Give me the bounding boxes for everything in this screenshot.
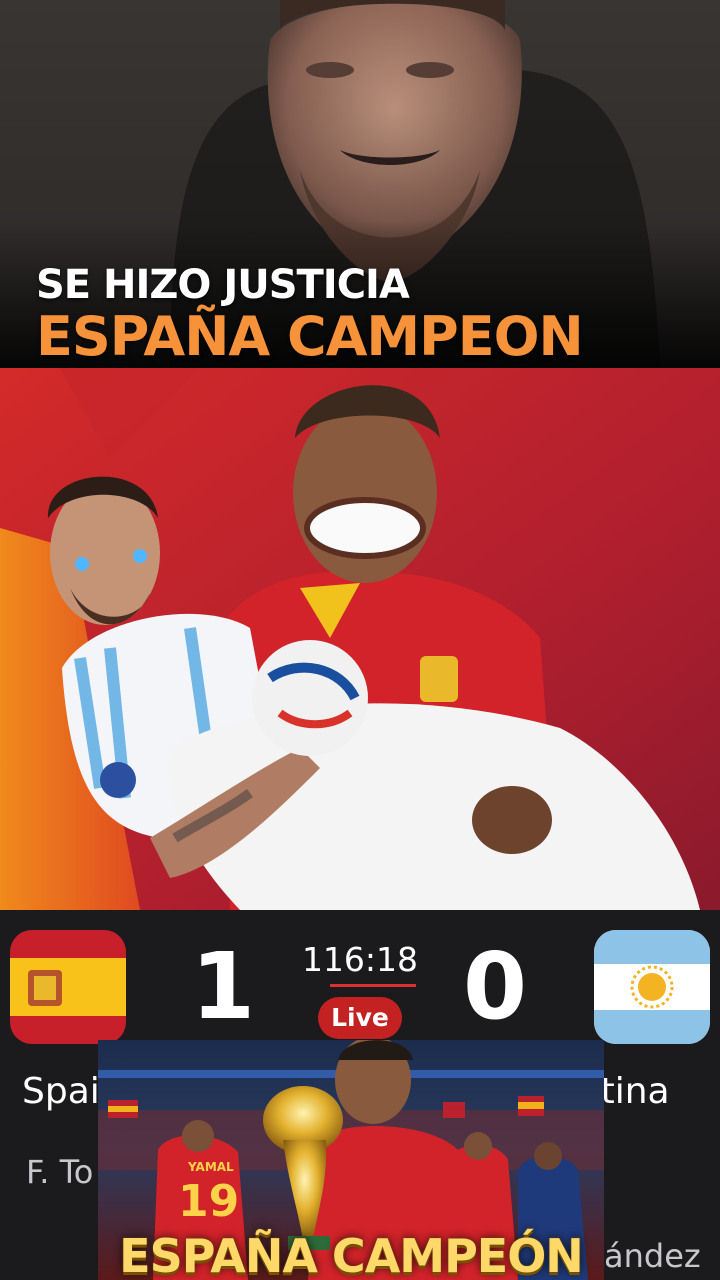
headline-line-2: ESPAÑA CAMPEON [36, 305, 584, 368]
jersey-name: YAMAL [188, 1160, 234, 1174]
home-scorer: F. To [26, 1153, 94, 1191]
away-team-name[interactable]: Argentina [600, 1070, 720, 1114]
live-badge: Live [318, 997, 402, 1039]
players-photo [0, 368, 720, 910]
jersey-number: 19 [178, 1176, 240, 1227]
spain-flag-icon[interactable] [10, 930, 126, 1044]
home-score: 1 [190, 933, 255, 1040]
headline-line-1: SE HIZO JUSTICIA [36, 262, 410, 308]
overlay-title: ESPAÑA CAMPEÓN [119, 1229, 584, 1280]
champions-overlay-image: YAMAL 19 ESPAÑA CAMPEÓN [98, 1040, 604, 1280]
away-scorer: ández [604, 1237, 701, 1275]
match-clock-underline [330, 984, 416, 987]
away-team-label: Argentina [600, 1071, 670, 1112]
away-score: 0 [462, 933, 527, 1040]
top-photo-panel: SE HIZO JUSTICIA ESPAÑA CAMPEON [0, 0, 720, 368]
players-photo-panel [0, 368, 720, 910]
video-frame: SE HIZO JUSTICIA ESPAÑA CAMPEON 1 116:18… [0, 0, 720, 1280]
match-clock: 116:18 [301, 940, 419, 979]
headline: SE HIZO JUSTICIA ESPAÑA CAMPEON [36, 262, 696, 366]
argentina-flag-icon[interactable] [594, 930, 710, 1044]
